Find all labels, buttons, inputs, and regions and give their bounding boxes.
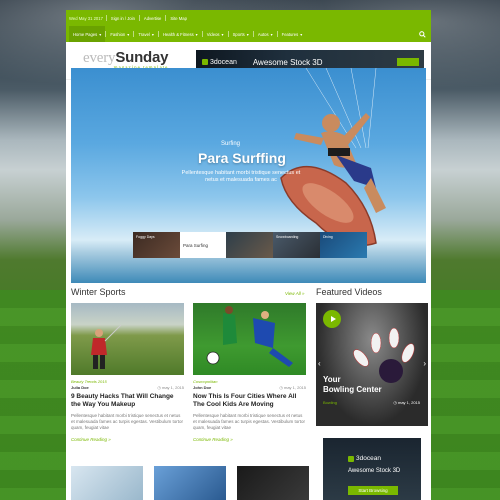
menu-autos[interactable]: Autos ▾ <box>254 32 277 37</box>
article-category[interactable]: Cosmopolitan <box>193 379 217 384</box>
featured-video[interactable]: ‹ › Your Bowling Center Bowling ◷ may 1,… <box>316 303 428 426</box>
menu-label: Sports <box>232 31 245 37</box>
video-date-text: may 1, 2015 <box>397 400 420 405</box>
article-author[interactable]: Julia Doe <box>71 385 89 390</box>
continue-reading-link[interactable]: Continue Reading » <box>71 437 184 442</box>
article-headline[interactable]: Now This Is Four Cities Where All The Co… <box>193 393 306 409</box>
brand-logo-icon <box>202 59 208 65</box>
ad-text: Awesome Stock 3D <box>348 468 401 474</box>
prev-arrow-icon[interactable]: ‹ <box>318 359 321 368</box>
continue-reading-link[interactable]: Continue Reading » <box>193 437 306 442</box>
section-title-winter-sports: Winter Sports <box>71 287 126 297</box>
hero-title[interactable]: Para Surffing <box>198 150 286 166</box>
menu-features[interactable]: Features ▾ <box>278 32 307 37</box>
chevron-down-icon: ▾ <box>127 31 130 37</box>
ad-brand: 3docean <box>202 59 237 66</box>
slider-thumb[interactable]: Foggy Days <box>133 232 180 258</box>
page-container: Wed May 31 2017 Sign in / Join Advertise… <box>66 10 431 500</box>
video-date: ◷ may 1, 2015 <box>393 400 420 405</box>
logo-text-bold: Sunday <box>115 49 169 66</box>
chevron-down-icon: ▾ <box>195 31 198 37</box>
slider-thumb[interactable]: Diving <box>320 232 367 258</box>
active-thumb-label: Para Surfing <box>183 242 209 248</box>
article-image-ball[interactable] <box>237 466 309 500</box>
hero-slider[interactable]: Surfing Para Surffing Pellentesque habit… <box>71 68 426 283</box>
menu-label: Health & Fitness <box>162 31 194 37</box>
slider-thumb[interactable] <box>226 232 273 258</box>
sidebar-ad[interactable]: 3docean Awesome Stock 3D Start Browsing <box>323 438 421 500</box>
menu-label: Autos <box>257 31 269 37</box>
menu-videos[interactable]: Videos ▾ <box>203 32 228 37</box>
thumb-caption: Snowboarding <box>276 235 299 239</box>
menu-health-fitness[interactable]: Health & Fitness ▾ <box>159 32 202 37</box>
signin-link[interactable]: Sign in / Join <box>107 16 139 21</box>
menu-home-pages[interactable]: Home Pages ▾ <box>69 26 106 42</box>
logo-text-light: every <box>83 50 116 66</box>
chevron-down-icon: ▾ <box>151 31 154 37</box>
hero-category[interactable]: Surfing <box>221 141 240 147</box>
article-category[interactable]: Beauty Trends 2015 <box>71 379 107 384</box>
search-icon[interactable] <box>416 28 428 40</box>
chevron-down-icon: ▾ <box>99 31 102 37</box>
section-title-featured-videos: Featured Videos <box>316 287 382 297</box>
video-title-line2: Bowling Center <box>323 385 382 394</box>
menu-label: Fashion <box>110 31 126 37</box>
chevron-down-icon: ▾ <box>270 31 273 37</box>
video-title[interactable]: Your Bowling Center <box>323 375 382 395</box>
ad-text: Awesome Stock 3D <box>252 57 323 67</box>
advertise-link[interactable]: Advertise <box>140 16 165 21</box>
ad-button[interactable] <box>397 58 419 66</box>
article-image-surf[interactable] <box>154 466 226 500</box>
thumb-caption: Foggy Days <box>136 235 155 239</box>
article-image-golf[interactable] <box>71 303 184 375</box>
hero-description: Pellentesque habitant morbi tristique se… <box>181 170 301 183</box>
menu-label: Features <box>281 31 299 37</box>
menu-label: Home Pages <box>73 31 98 37</box>
brand-logo-icon <box>348 455 354 462</box>
sitemap-link[interactable]: Site Map <box>166 16 191 21</box>
view-all-link[interactable]: View All » <box>285 291 305 296</box>
menu-label: Travel <box>138 31 150 37</box>
article-headline[interactable]: 9 Beauty Hacks That Will Change the Way … <box>71 393 184 409</box>
article-date-text: may 1, 2015 <box>283 385 306 390</box>
article-date: ◷ may 1, 2015 <box>279 385 306 390</box>
next-arrow-icon[interactable]: › <box>423 359 426 368</box>
play-button[interactable] <box>323 310 341 328</box>
menu-sports[interactable]: Sports ▾ <box>229 32 253 37</box>
thumb-caption: Diving <box>323 235 333 239</box>
article-date-text: may 1, 2015 <box>161 385 184 390</box>
slider-thumb[interactable]: Snowboarding <box>273 232 320 258</box>
article-card: Cosmopolitan John Doe ◷ may 1, 2015 Now … <box>193 303 306 442</box>
current-date: Wed May 31 2017 <box>69 15 103 21</box>
video-title-line1: Your <box>323 375 341 384</box>
article-date: ◷ may 1, 2015 <box>157 385 184 390</box>
video-category[interactable]: Bowling <box>323 400 337 405</box>
ad-brand-text: 3docean <box>356 455 381 462</box>
ad-brand: 3docean <box>348 455 381 462</box>
menu-fashion[interactable]: Fashion ▾ <box>106 32 133 37</box>
slider-thumb-active[interactable]: Para Surfing <box>180 232 226 258</box>
article-excerpt: Pellentesque habitant morbi tristique se… <box>71 413 184 430</box>
menu-travel[interactable]: Travel ▾ <box>134 32 158 37</box>
chevron-down-icon: ▾ <box>246 31 249 37</box>
chevron-down-icon: ▾ <box>300 31 303 37</box>
chevron-down-icon: ▾ <box>221 31 224 37</box>
ad-brand-text: 3docean <box>210 58 237 66</box>
menu-label: Videos <box>206 31 220 37</box>
article-card: Beauty Trends 2015 Julia Doe ◷ may 1, 20… <box>71 303 184 442</box>
article-excerpt: Pellentesque habitant morbi tristique se… <box>193 413 306 430</box>
slider-thumbnails: Foggy Days Para Surfing Snowboarding Div… <box>133 232 367 258</box>
article-author[interactable]: John Doe <box>193 385 211 390</box>
top-nav-bar: Wed May 31 2017 Sign in / Join Advertise… <box>66 10 431 26</box>
start-browsing-button[interactable]: Start Browsing <box>348 486 398 495</box>
article-image-skiing[interactable] <box>71 466 143 500</box>
main-menu: Home Pages ▾ Fashion ▾ Travel ▾ Health & Fi… <box>66 26 431 42</box>
article-image-soccer[interactable] <box>193 303 306 375</box>
